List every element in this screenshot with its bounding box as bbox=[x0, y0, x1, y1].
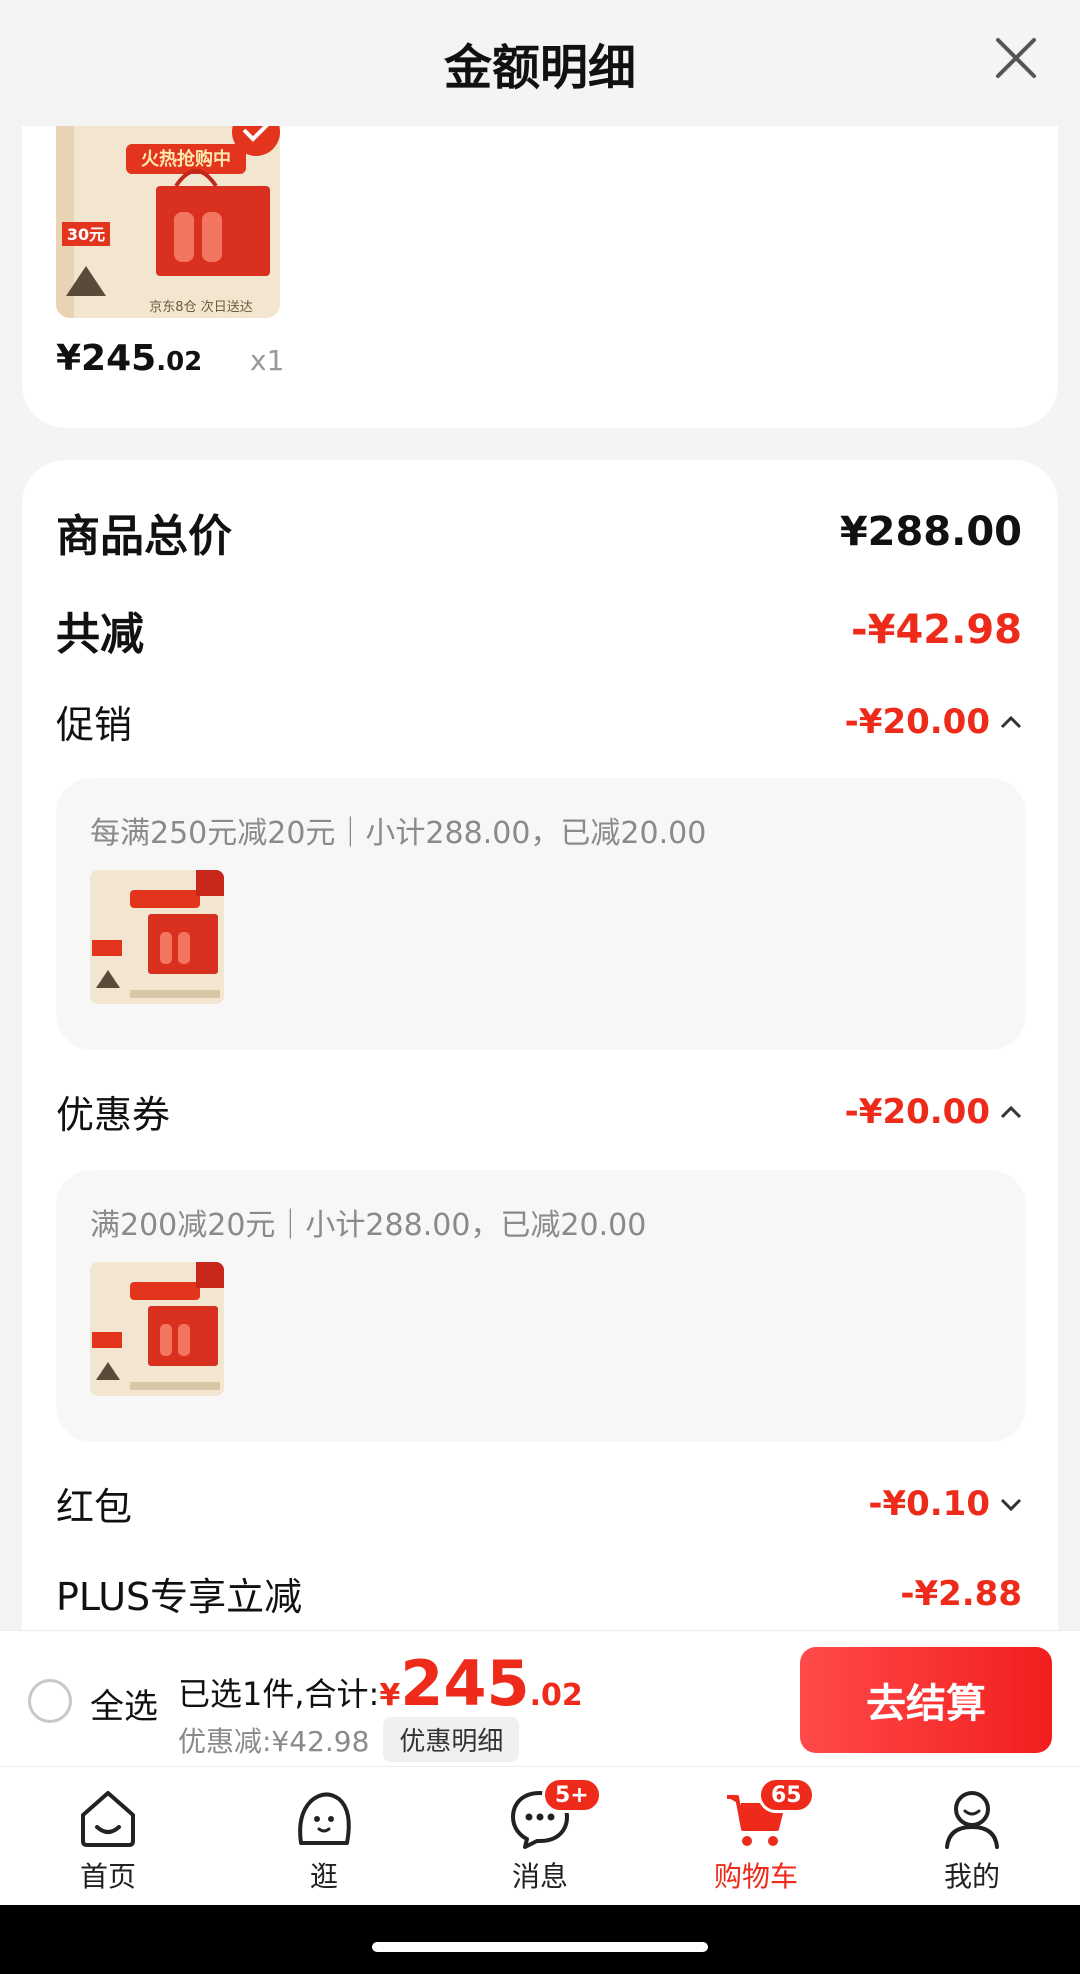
amount-detail-card: 商品总价 ¥288.00 共减 -¥42.98 促销 -¥20.00 每满250… bbox=[22, 460, 1058, 1660]
page-title: 金额明细 bbox=[443, 40, 636, 96]
chevron-up-icon[interactable] bbox=[1000, 1105, 1022, 1119]
total-price-row: 商品总价 ¥288.00 bbox=[56, 500, 1022, 564]
screen: 金额明细 火热抢购中 30元 京东8仓 次日送达 ¥245.02 x1 商品总价… bbox=[0, 0, 1080, 1905]
coupon-value: -¥20.00 bbox=[845, 1092, 1022, 1132]
total-discount-label: 共减 bbox=[56, 609, 144, 660]
total-discount-row: 共减 -¥42.98 bbox=[56, 598, 1022, 662]
plus-discount-value: -¥2.88 bbox=[900, 1573, 1022, 1614]
item-quantity: x1 bbox=[250, 344, 285, 377]
item-card: 火热抢购中 30元 京东8仓 次日送达 ¥245.02 x1 bbox=[22, 126, 1058, 428]
svg-text:京东8仓 次日送达: 京东8仓 次日送达 bbox=[149, 299, 252, 315]
promotion-rule: 每满250元减20元｜小计288.00，已减20.00 bbox=[90, 816, 707, 851]
order-total: 已选1件,合计: ¥ 245 .02 bbox=[178, 1647, 583, 1720]
discount-detail-button[interactable]: 优惠明细 bbox=[383, 1717, 520, 1762]
promotion-value: -¥20.00 bbox=[845, 702, 1022, 742]
svg-text:30元: 30元 bbox=[67, 225, 105, 244]
promotion-row[interactable]: 促销 -¥20.00 bbox=[56, 694, 1022, 749]
red-packet-label: 红包 bbox=[56, 1485, 133, 1529]
red-packet-value: -¥0.10 bbox=[868, 1484, 1022, 1524]
item-price: ¥245.02 bbox=[56, 338, 203, 379]
home-indicator[interactable] bbox=[372, 1942, 708, 1952]
checkout-bar: 全选 已选1件,合计: ¥ 245 .02 优惠减:¥42.98 优惠明细 去结… bbox=[0, 1630, 1080, 1766]
chevron-down-icon[interactable] bbox=[1000, 1497, 1022, 1511]
bottom-tab-bar: 首页 逛 消息 5+ 购物车 65 我的 bbox=[0, 1766, 1080, 1905]
product-image[interactable]: 火热抢购中 30元 京东8仓 次日送达 bbox=[56, 126, 280, 318]
close-icon[interactable] bbox=[992, 34, 1040, 82]
chevron-up-icon[interactable] bbox=[1000, 715, 1022, 729]
total-discount-value: -¥42.98 bbox=[851, 607, 1022, 653]
tab-profile[interactable]: 我的 bbox=[864, 1767, 1080, 1905]
discount-summary-text: 优惠减:¥42.98 bbox=[178, 1724, 370, 1758]
plus-discount-label: PLUS专享立减 bbox=[56, 1575, 303, 1619]
total-price-label: 商品总价 bbox=[56, 511, 232, 562]
tab-explore[interactable]: 逛 bbox=[216, 1767, 432, 1905]
cart-badge: 65 bbox=[758, 1777, 815, 1813]
promotion-label: 促销 bbox=[56, 703, 133, 747]
discount-summary: 优惠减:¥42.98 优惠明细 bbox=[178, 1717, 520, 1762]
coupon-detail-panel: 满200减20元｜小计288.00，已减20.00 bbox=[56, 1170, 1026, 1442]
svg-text:火热抢购中: 火热抢购中 bbox=[141, 148, 231, 170]
product-thumbnail[interactable] bbox=[90, 1262, 224, 1396]
coupon-rule: 满200减20元｜小计288.00，已减20.00 bbox=[90, 1208, 647, 1243]
select-all-checkbox[interactable] bbox=[28, 1679, 72, 1723]
coupon-label: 优惠券 bbox=[56, 1093, 171, 1137]
tab-home[interactable]: 首页 bbox=[0, 1767, 216, 1905]
home-icon bbox=[81, 1791, 135, 1847]
explore-icon bbox=[298, 1792, 351, 1845]
red-packet-row[interactable]: 红包 -¥0.10 bbox=[56, 1476, 1022, 1531]
profile-icon bbox=[945, 1791, 999, 1849]
select-all-label[interactable]: 全选 bbox=[90, 1679, 158, 1728]
sheet-header: 金额明细 bbox=[0, 0, 1080, 126]
total-price-value: ¥288.00 bbox=[839, 509, 1022, 555]
coupon-row[interactable]: 优惠券 -¥20.00 bbox=[56, 1084, 1022, 1139]
messages-badge: 5+ bbox=[542, 1777, 602, 1813]
tab-messages[interactable]: 消息 5+ bbox=[432, 1767, 648, 1905]
promotion-detail-panel: 每满250元减20元｜小计288.00，已减20.00 bbox=[56, 778, 1026, 1050]
checkout-button[interactable]: 去结算 bbox=[800, 1647, 1052, 1753]
plus-discount-row: PLUS专享立减 -¥2.88 bbox=[56, 1566, 1022, 1621]
tab-cart[interactable]: 购物车 65 bbox=[648, 1767, 864, 1905]
product-thumbnail[interactable] bbox=[90, 870, 224, 1004]
